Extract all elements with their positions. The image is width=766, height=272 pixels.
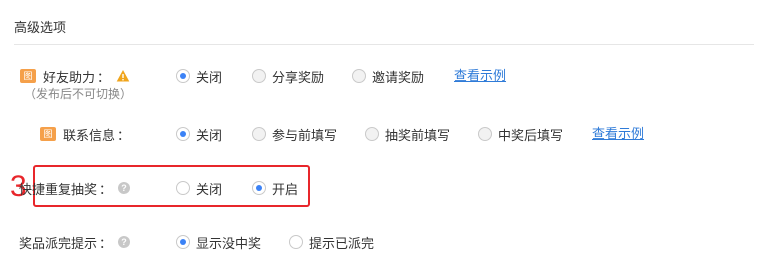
friend-help-sublabel: （发布后不可切换） (24, 87, 133, 101)
quick-redraw-colon: ： (98, 181, 112, 197)
quick-redraw-label-wrap: 快捷重复抽奖 ： ? (19, 177, 130, 199)
contact-info-option-after-win[interactable]: 中奖后填写 (478, 123, 563, 145)
prize-out-notice-colon: ： (98, 235, 112, 251)
friend-help-option-invite-reward[interactable]: 邀请奖励 (352, 65, 424, 87)
image-badge-icon: 图 (39, 127, 56, 141)
friend-help-option-share-reward[interactable]: 分享奖励 (252, 65, 324, 87)
contact-info-row: 图 联系信息 ： 关闭 参与前填写 抽奖前填写 中奖后填写 查看示例 (0, 123, 766, 145)
friend-help-colon: ： (96, 69, 110, 85)
warning-icon[interactable] (116, 69, 130, 83)
contact-info-option-off[interactable]: 关闭 (176, 123, 222, 145)
radio-icon[interactable] (176, 235, 190, 249)
contact-info-label-wrap: 图 联系信息 ： (39, 123, 130, 145)
quick-redraw-option-off[interactable]: 关闭 (176, 177, 222, 199)
prize-out-notice-option-show-sold-out[interactable]: 提示已派完 (289, 231, 374, 253)
help-icon[interactable]: ? (118, 182, 130, 194)
friend-help-row: 图 好友助力 ： 关闭 分享奖励 邀请奖励 查看示例 (0, 65, 766, 87)
contact-info-option-before-join[interactable]: 参与前填写 (252, 123, 337, 145)
friend-help-label: 好友助力 (42, 69, 95, 85)
prize-out-notice-label-wrap: 奖品派完提示 ： ? (19, 231, 130, 253)
quick-redraw-option-on[interactable]: 开启 (252, 177, 298, 199)
radio-icon[interactable] (252, 181, 266, 195)
help-icon[interactable]: ? (118, 236, 130, 248)
section-divider (14, 44, 754, 45)
radio-icon[interactable] (289, 235, 303, 249)
section-title: 高级选项 (14, 20, 67, 35)
radio-icon[interactable] (478, 127, 492, 141)
quick-redraw-label: 快捷重复抽奖 (18, 181, 97, 197)
radio-icon[interactable] (176, 181, 190, 195)
quick-redraw-row: 快捷重复抽奖 ： ? 关闭 开启 (0, 177, 766, 199)
contact-info-view-example-link[interactable]: 查看示例 (592, 123, 644, 145)
friend-help-view-example-link[interactable]: 查看示例 (454, 65, 506, 87)
contact-info-label: 联系信息 (62, 127, 115, 143)
prize-out-notice-option-show-no-win[interactable]: 显示没中奖 (176, 231, 261, 253)
radio-icon[interactable] (176, 69, 190, 83)
friend-help-label-wrap: 图 好友助力 ： (19, 65, 130, 87)
prize-out-notice-label: 奖品派完提示 (18, 235, 97, 251)
contact-info-colon: ： (116, 127, 130, 143)
image-badge-icon: 图 (19, 69, 36, 83)
radio-icon[interactable] (352, 69, 366, 83)
friend-help-option-off[interactable]: 关闭 (176, 65, 222, 87)
radio-icon[interactable] (252, 127, 266, 141)
radio-icon[interactable] (365, 127, 379, 141)
radio-icon[interactable] (176, 127, 190, 141)
prize-out-notice-row: 奖品派完提示 ： ? 显示没中奖 提示已派完 (0, 231, 766, 253)
radio-icon[interactable] (252, 69, 266, 83)
contact-info-option-before-draw[interactable]: 抽奖前填写 (365, 123, 450, 145)
